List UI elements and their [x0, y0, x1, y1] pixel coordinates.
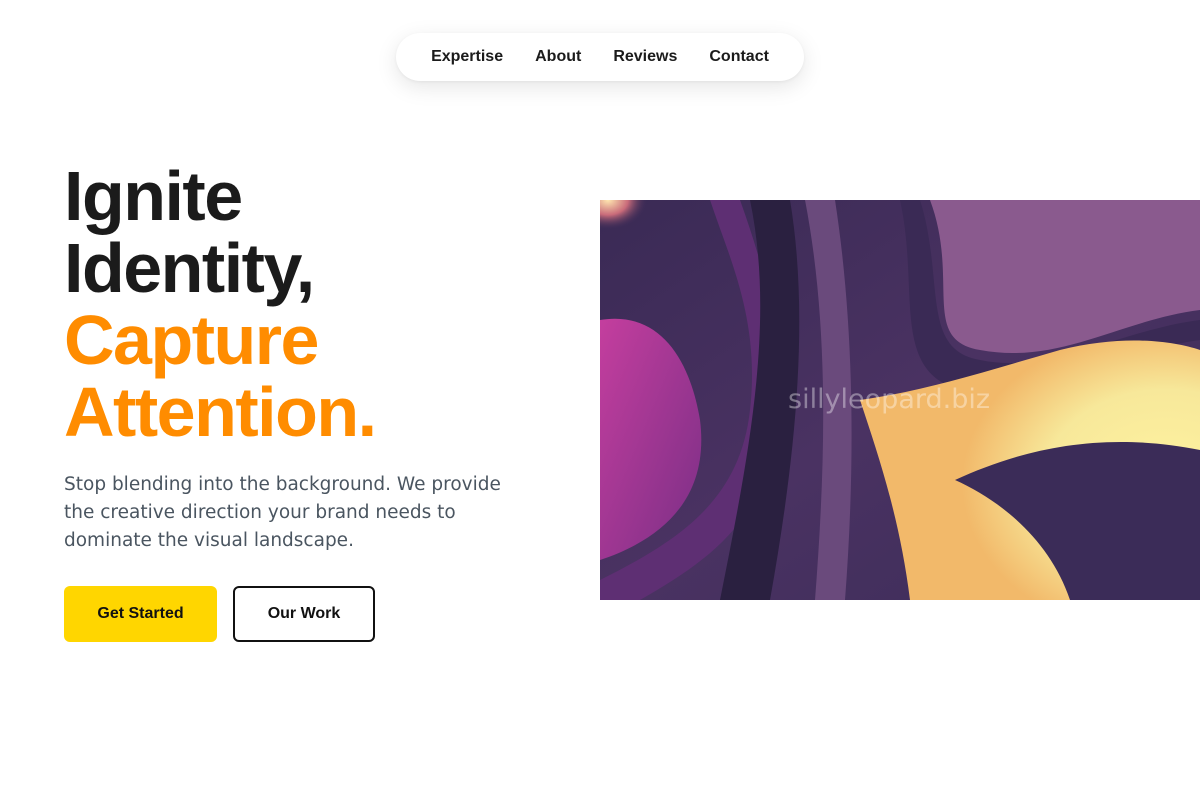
top-nav: Expertise About Reviews Contact: [396, 33, 804, 81]
headline-line-1: Ignite: [64, 157, 243, 235]
nav-link-about[interactable]: About: [535, 48, 581, 66]
headline-line-2: Identity,: [64, 229, 315, 307]
nav-link-expertise[interactable]: Expertise: [431, 48, 503, 66]
headline-line-3: Capture: [64, 301, 319, 379]
nav-link-contact[interactable]: Contact: [709, 48, 769, 66]
nav-link-reviews[interactable]: Reviews: [613, 48, 677, 66]
hero-lead-text: Stop blending into the background. We pr…: [64, 474, 501, 551]
our-work-button[interactable]: Our Work: [233, 586, 375, 642]
hero-headline: Ignite Identity, Capture Attention.: [64, 160, 564, 448]
headline-line-4: Attention.: [64, 373, 377, 451]
landing-page: Expertise About Reviews Contact Ignite I…: [0, 0, 1200, 800]
image-watermark: sillyleopard.biz: [788, 384, 991, 415]
get-started-button[interactable]: Get Started: [64, 586, 217, 642]
